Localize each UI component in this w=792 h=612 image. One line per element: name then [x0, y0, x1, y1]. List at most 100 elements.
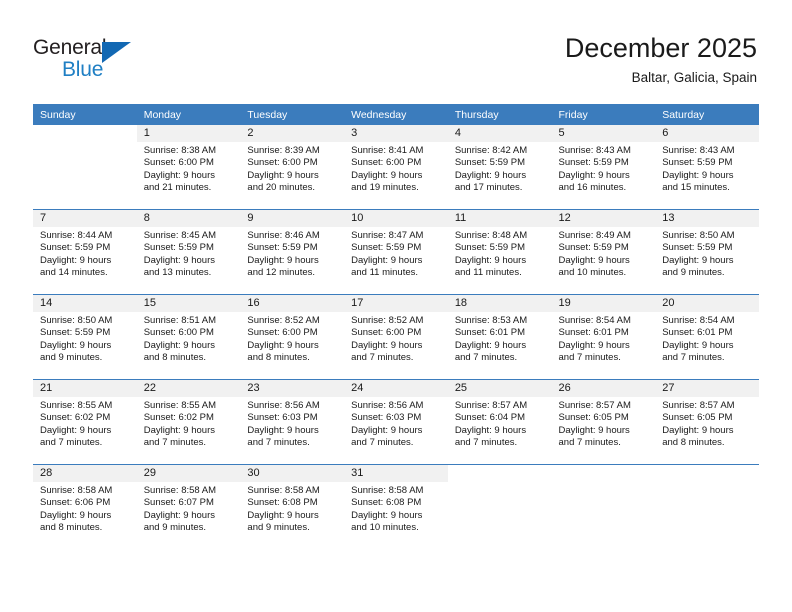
- day-cell-empty: [448, 465, 552, 549]
- day-cell[interactable]: 9 Sunrise: 8:46 AM Sunset: 5:59 PM Daylight…: [240, 210, 345, 294]
- daylight-text-line2: and 14 minutes.: [40, 266, 108, 278]
- sunrise-text: Sunrise: 8:50 AM: [662, 230, 735, 241]
- daylight-text-line2: and 7 minutes.: [40, 436, 103, 448]
- sunrise-text: Sunrise: 8:55 AM: [143, 400, 217, 411]
- day-cell[interactable]: 19 Sunrise: 8:54 AM Sunset: 6:01 PM Dayligh…: [551, 295, 656, 379]
- day-cell[interactable]: 25 Sunrise: 8:57 AM Sunset: 6:04 PM Dayligh…: [447, 380, 552, 464]
- sunrise-text: Sunrise: 8:52 AM: [247, 315, 320, 326]
- day-cell[interactable]: 6 Sunrise: 8:43 AM Sunset: 5:59 PM Daylight…: [655, 125, 759, 209]
- day-details: Sunrise: 8:55 AM Sunset: 6:02 PM Daylight:…: [33, 397, 137, 449]
- sunrise-text: Sunrise: 8:38 AM: [143, 145, 217, 156]
- day-details: Sunrise: 8:57 AM Sunset: 6:05 PM Daylight:…: [655, 397, 759, 449]
- sunset-text: Sunset: 6:06 PM: [40, 497, 111, 509]
- daylight-text-line2: and 9 minutes.: [247, 521, 310, 533]
- sunrise-text: Sunrise: 8:58 AM: [40, 485, 113, 496]
- sunset-text: Sunset: 5:59 PM: [247, 242, 318, 254]
- generalblue-logo[interactable]: General Blue: [33, 36, 173, 84]
- weekday-header-monday: Monday: [136, 104, 241, 125]
- day-cell[interactable]: 7 Sunrise: 8:44 AM Sunset: 5:59 PM Daylight…: [33, 210, 137, 294]
- sunset-text: Sunset: 6:07 PM: [143, 497, 214, 509]
- calendar-page: General Blue December 2025 Baltar, Galic…: [0, 0, 792, 612]
- daylight-text-line2: and 7 minutes.: [558, 436, 621, 448]
- weekday-header-thursday: Thursday: [447, 104, 552, 125]
- daylight-text-line1: Daylight: 9 hours: [558, 339, 630, 351]
- calendar-header-row: Sunday Monday Tuesday Wednesday Thursday Frid…: [33, 104, 759, 125]
- daylight-text-line1: Daylight: 9 hours: [247, 509, 319, 521]
- day-cell[interactable]: 27 Sunrise: 8:57 AM Sunset: 6:05 PM Dayligh…: [655, 380, 759, 464]
- day-cell[interactable]: 8 Sunrise: 8:45 AM Sunset: 5:59 PM Daylight…: [136, 210, 241, 294]
- day-cell[interactable]: 12 Sunrise: 8:49 AM Sunset: 5:59 PM Dayligh…: [551, 210, 656, 294]
- day-details: Sunrise: 8:58 AM Sunset: 6:08 PM Daylight:…: [240, 482, 344, 534]
- daylight-text-line2: and 9 minutes.: [143, 521, 207, 533]
- day-cell[interactable]: 2 Sunrise: 8:39 AM Sunset: 6:00 PM Daylight…: [240, 125, 345, 209]
- title-block: December 2025 Baltar, Galicia, Spain: [565, 32, 757, 88]
- day-details: Sunrise: 8:41 AM Sunset: 6:00 PM Daylight:…: [344, 142, 448, 194]
- day-cell[interactable]: 3 Sunrise: 8:41 AM Sunset: 6:00 PM Daylight…: [344, 125, 448, 209]
- sunset-text: Sunset: 5:59 PM: [143, 242, 214, 254]
- day-number: 18: [447, 295, 552, 312]
- sunset-text: Sunset: 6:05 PM: [662, 412, 733, 424]
- day-cell[interactable]: 11 Sunrise: 8:48 AM Sunset: 5:59 PM Dayligh…: [447, 210, 552, 294]
- day-cell[interactable]: 31 Sunrise: 8:58 AM Sunset: 6:08 PM Dayligh…: [344, 465, 448, 549]
- day-details: Sunrise: 8:52 AM Sunset: 6:00 PM Daylight:…: [240, 312, 344, 364]
- weekday-header-sunday: Sunday: [33, 104, 137, 125]
- day-cell[interactable]: 24 Sunrise: 8:56 AM Sunset: 6:03 PM Dayligh…: [344, 380, 448, 464]
- day-cell[interactable]: 22 Sunrise: 8:55 AM Sunset: 6:02 PM Dayligh…: [136, 380, 241, 464]
- day-number: 15: [136, 295, 241, 312]
- sunrise-text: Sunrise: 8:58 AM: [143, 485, 217, 496]
- day-details: Sunrise: 8:43 AM Sunset: 5:59 PM Daylight:…: [655, 142, 759, 194]
- sunrise-text: Sunrise: 8:43 AM: [558, 145, 631, 156]
- day-cell[interactable]: 26 Sunrise: 8:57 AM Sunset: 6:05 PM Dayligh…: [551, 380, 656, 464]
- day-details: Sunrise: 8:54 AM Sunset: 6:01 PM Daylight:…: [655, 312, 759, 364]
- day-number: 16: [240, 295, 345, 312]
- daylight-text-line1: Daylight: 9 hours: [558, 424, 630, 436]
- day-number: 4: [447, 125, 552, 142]
- daylight-text-line2: and 9 minutes.: [40, 351, 103, 363]
- day-cell[interactable]: 13 Sunrise: 8:50 AM Sunset: 5:59 PM Dayligh…: [655, 210, 759, 294]
- sunset-text: Sunset: 6:00 PM: [247, 327, 318, 339]
- daylight-text-line2: and 11 minutes.: [351, 266, 419, 278]
- day-number: [33, 125, 137, 142]
- day-number: 27: [655, 380, 759, 397]
- day-number: 13: [655, 210, 759, 227]
- day-cell[interactable]: 1 Sunrise: 8:38 AM Sunset: 6:00 PM Daylight…: [136, 125, 241, 209]
- day-cell[interactable]: 16 Sunrise: 8:52 AM Sunset: 6:00 PM Dayligh…: [240, 295, 345, 379]
- day-number: 25: [447, 380, 552, 397]
- day-details: Sunrise: 8:50 AM Sunset: 5:59 PM Daylight:…: [33, 312, 137, 364]
- day-cell[interactable]: 28 Sunrise: 8:58 AM Sunset: 6:06 PM Dayligh…: [33, 465, 137, 549]
- sunset-text: Sunset: 5:59 PM: [40, 242, 111, 254]
- page-header: General Blue December 2025 Baltar, Galic…: [0, 0, 792, 100]
- daylight-text-line1: Daylight: 9 hours: [247, 169, 319, 181]
- day-cell[interactable]: 4 Sunrise: 8:42 AM Sunset: 5:59 PM Daylight…: [447, 125, 552, 209]
- sunset-text: Sunset: 5:59 PM: [662, 242, 733, 254]
- daylight-text-line1: Daylight: 9 hours: [662, 169, 734, 181]
- weekday-header-tuesday: Tuesday: [240, 104, 345, 125]
- sunset-text: Sunset: 5:59 PM: [454, 157, 526, 169]
- sunset-text: Sunset: 5:59 PM: [662, 157, 733, 169]
- daylight-text-line2: and 7 minutes.: [247, 436, 310, 448]
- day-number: 20: [655, 295, 759, 312]
- day-cell[interactable]: 18 Sunrise: 8:53 AM Sunset: 6:01 PM Dayligh…: [447, 295, 552, 379]
- weekday-header-friday: Friday: [551, 104, 656, 125]
- day-cell[interactable]: 14 Sunrise: 8:50 AM Sunset: 5:59 PM Dayligh…: [33, 295, 137, 379]
- sunrise-text: Sunrise: 8:58 AM: [247, 485, 320, 496]
- day-cell[interactable]: 23 Sunrise: 8:56 AM Sunset: 6:03 PM Dayligh…: [240, 380, 345, 464]
- day-cell[interactable]: 10 Sunrise: 8:47 AM Sunset: 5:59 PM Dayligh…: [344, 210, 448, 294]
- day-cell[interactable]: 30 Sunrise: 8:58 AM Sunset: 6:08 PM Dayligh…: [240, 465, 345, 549]
- day-cell[interactable]: 21 Sunrise: 8:55 AM Sunset: 6:02 PM Dayligh…: [33, 380, 137, 464]
- day-cell-empty: [552, 465, 656, 549]
- day-cell[interactable]: 17 Sunrise: 8:52 AM Sunset: 6:00 PM Dayligh…: [344, 295, 448, 379]
- logo-text-blue: Blue: [62, 58, 104, 81]
- daylight-text-line1: Daylight: 9 hours: [40, 254, 112, 266]
- day-cell[interactable]: 29 Sunrise: 8:58 AM Sunset: 6:07 PM Dayligh…: [136, 465, 241, 549]
- day-cell[interactable]: 20 Sunrise: 8:54 AM Sunset: 6:01 PM Dayligh…: [655, 295, 759, 379]
- sunrise-text: Sunrise: 8:54 AM: [558, 315, 631, 326]
- sunrise-text: Sunrise: 8:57 AM: [662, 400, 735, 411]
- day-cell[interactable]: 5 Sunrise: 8:43 AM Sunset: 5:59 PM Daylight…: [551, 125, 656, 209]
- sunset-text: Sunset: 6:03 PM: [351, 412, 422, 424]
- daylight-text-line2: and 8 minutes.: [40, 521, 103, 533]
- day-number: 8: [136, 210, 241, 227]
- day-cell[interactable]: 15 Sunrise: 8:51 AM Sunset: 6:00 PM Dayligh…: [136, 295, 241, 379]
- sunset-text: Sunset: 6:04 PM: [454, 412, 526, 424]
- calendar-week-row: 28 Sunrise: 8:58 AM Sunset: 6:06 PM Dayligh…: [33, 464, 759, 549]
